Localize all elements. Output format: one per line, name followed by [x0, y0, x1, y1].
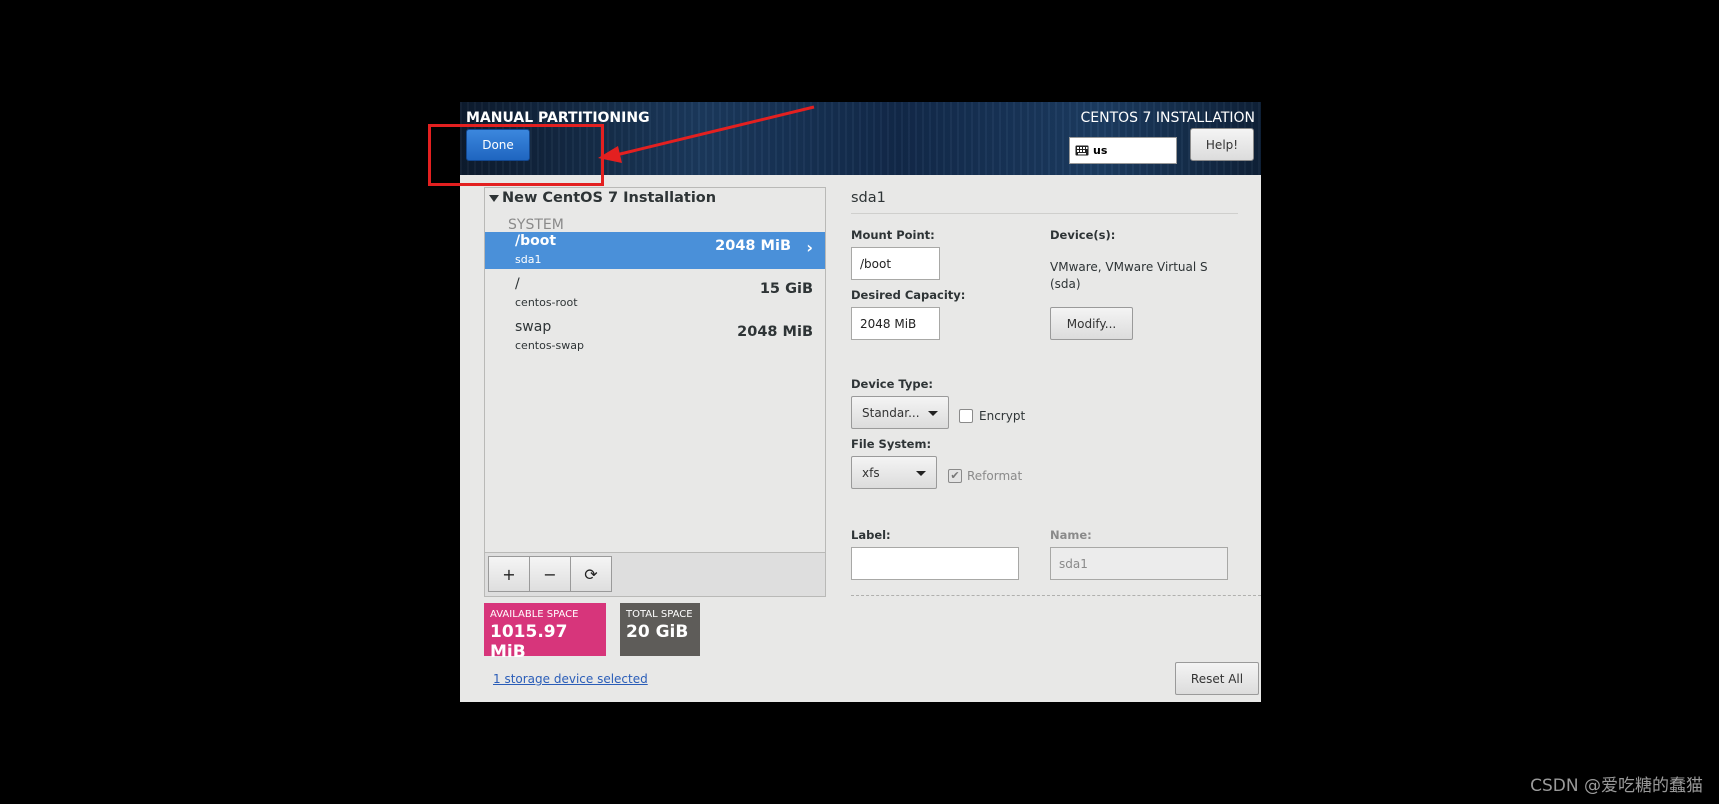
- total-space-value: 20 GiB: [626, 622, 689, 642]
- devices-label: Device(s):: [1050, 228, 1116, 242]
- partition-row-swap[interactable]: swap centos-swap 2048 MiB: [485, 318, 825, 355]
- keyboard-layout-label: us: [1093, 144, 1108, 157]
- partition-size: 15 GiB: [759, 281, 813, 297]
- watermark: CSDN @爱吃糖的蠢猫: [1530, 776, 1703, 796]
- product-title: CENTOS 7 INSTALLATION: [1080, 110, 1255, 126]
- annotation-highlight-box: [428, 124, 604, 186]
- refresh-icon[interactable]: ⟳: [570, 556, 612, 592]
- detail-divider: [851, 213, 1238, 214]
- modify-button[interactable]: Modify...: [1050, 307, 1133, 340]
- device-type-value: Standar...: [862, 405, 920, 420]
- reformat-checkbox[interactable]: ✔: [948, 469, 962, 483]
- available-space-box: AVAILABLE SPACE 1015.97 MiB: [484, 603, 606, 662]
- total-space-label: TOTAL SPACE: [626, 609, 693, 620]
- partition-device: centos-swap: [515, 339, 584, 352]
- reset-all-button[interactable]: Reset All: [1175, 662, 1259, 695]
- mount-point-input[interactable]: /boot: [851, 247, 940, 280]
- dashed-divider: [851, 595, 1261, 596]
- reformat-label[interactable]: Reformat: [967, 469, 1022, 483]
- name-field-label: Name:: [1050, 528, 1092, 542]
- detail-title: sda1: [851, 190, 886, 206]
- section-label-system: SYSTEM: [508, 217, 564, 233]
- available-space-label: AVAILABLE SPACE: [490, 609, 579, 620]
- encrypt-label[interactable]: Encrypt: [979, 409, 1025, 423]
- devices-value-line1: VMware, VMware Virtual S: [1050, 260, 1208, 274]
- dropdown-arrow-icon: [916, 471, 926, 476]
- file-system-select[interactable]: xfs: [851, 456, 937, 489]
- desired-capacity-label: Desired Capacity:: [851, 288, 966, 302]
- device-type-label: Device Type:: [851, 377, 934, 391]
- partition-tree: New CentOS 7 Installation SYSTEM /boot s…: [484, 187, 826, 597]
- keyboard-layout-indicator[interactable]: us: [1069, 137, 1177, 164]
- installation-group-header[interactable]: New CentOS 7 Installation: [489, 190, 716, 206]
- partition-mount: swap: [515, 319, 552, 335]
- add-partition-button[interactable]: +: [488, 556, 530, 592]
- partition-mount: /boot: [515, 233, 557, 249]
- available-space-value: 1015.97 MiB: [490, 622, 568, 662]
- devices-value-line2: (sda): [1050, 277, 1081, 291]
- partition-size: 2048 MiB: [715, 238, 791, 254]
- expander-triangle-icon: [489, 194, 499, 202]
- name-input[interactable]: sda1: [1050, 547, 1228, 580]
- label-input[interactable]: [851, 547, 1019, 580]
- chevron-right-icon: ›: [806, 238, 813, 257]
- installation-group-label: New CentOS 7 Installation: [502, 190, 717, 206]
- partition-device: centos-root: [515, 296, 578, 309]
- partition-row-root[interactable]: / centos-root 15 GiB: [485, 275, 825, 312]
- storage-device-link[interactable]: 1 storage device selected: [493, 672, 648, 686]
- encrypt-checkbox[interactable]: [959, 409, 973, 423]
- remove-partition-button[interactable]: −: [529, 556, 571, 592]
- keyboard-icon: [1075, 145, 1089, 156]
- installer-window: MANUAL PARTITIONING CENTOS 7 INSTALLATIO…: [460, 102, 1261, 702]
- file-system-value: xfs: [862, 465, 880, 480]
- mount-point-label: Mount Point:: [851, 228, 935, 242]
- partition-size: 2048 MiB: [737, 324, 813, 340]
- device-type-select[interactable]: Standar...: [851, 396, 949, 429]
- partition-toolbar: + − ⟳: [485, 552, 825, 596]
- file-system-label: File System:: [851, 437, 932, 451]
- help-button[interactable]: Help!: [1190, 128, 1254, 161]
- dropdown-arrow-icon: [928, 411, 938, 416]
- partition-device: sda1: [515, 253, 542, 266]
- label-field-label: Label:: [851, 528, 891, 542]
- partition-row-boot[interactable]: /boot sda1 2048 MiB ›: [485, 232, 825, 269]
- total-space-box: TOTAL SPACE 20 GiB: [620, 603, 700, 656]
- partition-mount: /: [515, 276, 520, 292]
- desired-capacity-input[interactable]: 2048 MiB: [851, 307, 940, 340]
